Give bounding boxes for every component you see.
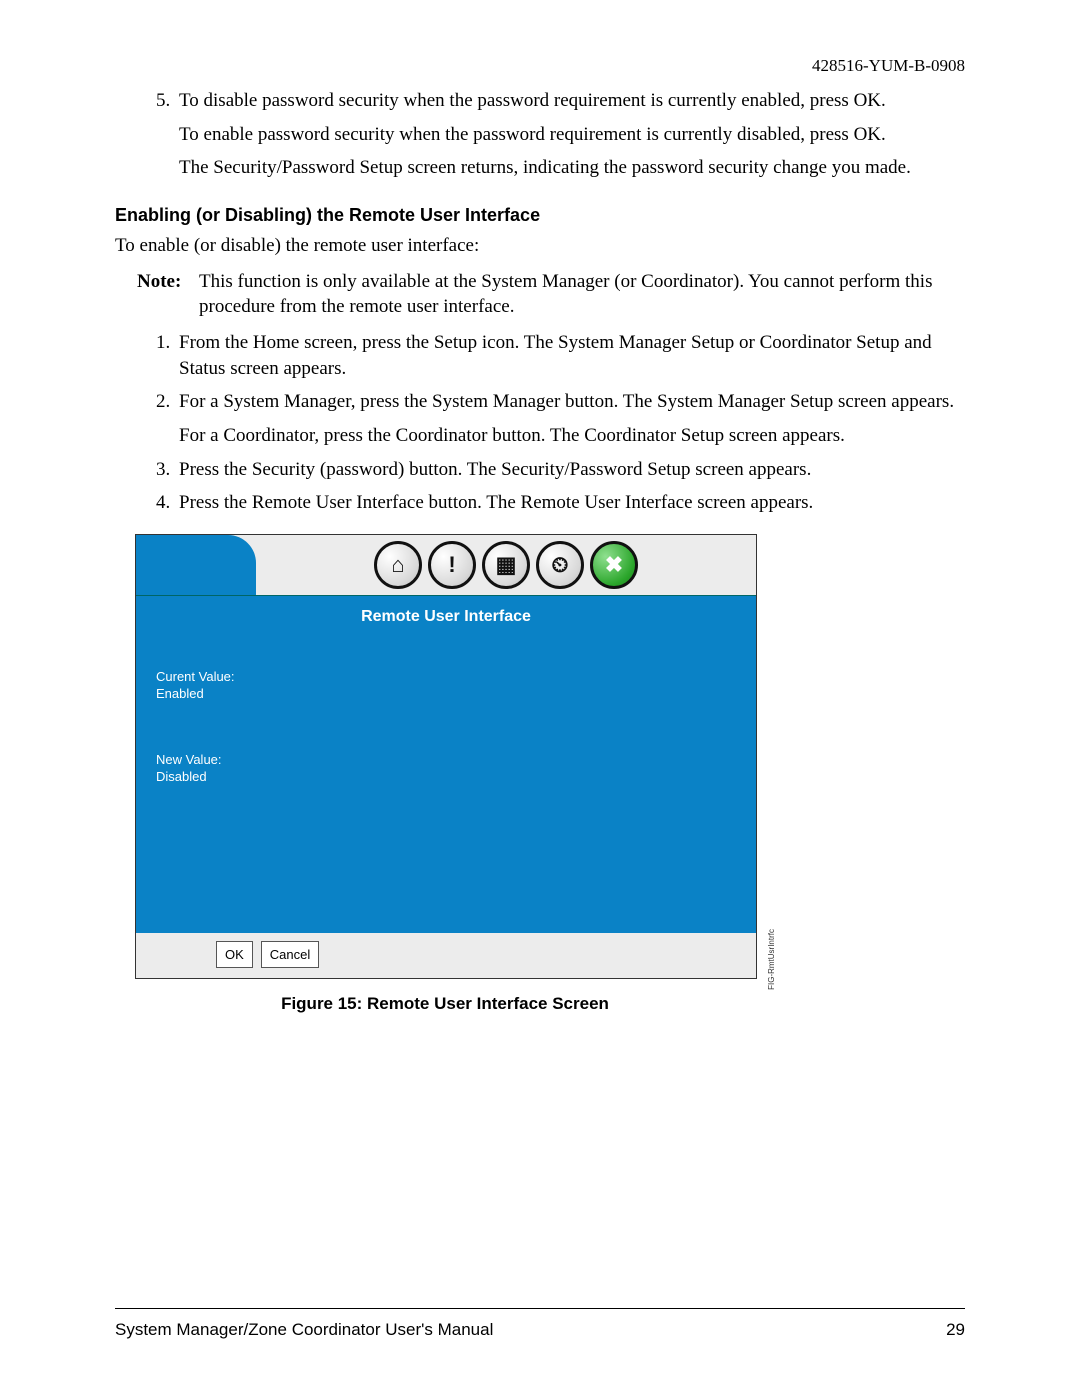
toolbar-icons: ⌂ ! ▦ ⏲ ✖ (256, 535, 756, 595)
step-4-text: Press the Remote User Interface button. … (179, 492, 813, 513)
device-screenshot: ⌂ ! ▦ ⏲ ✖ Remote User Interface Curent V… (135, 534, 757, 979)
new-value: Disabled (156, 768, 736, 786)
page-footer: System Manager/Zone Coordinator User's M… (115, 1308, 965, 1342)
step-5b-text: To enable password security when the pas… (179, 122, 965, 148)
section-heading: Enabling (or Disabling) the Remote User … (115, 203, 965, 227)
device-toolbar: ⌂ ! ▦ ⏲ ✖ (136, 535, 756, 595)
figure-15: ⌂ ! ▦ ⏲ ✖ Remote User Interface Curent V… (135, 534, 770, 1016)
step-2b-text: For a Coordinator, press the Coordinator… (179, 423, 965, 449)
step-4: Press the Remote User Interface button. … (175, 490, 965, 516)
current-value-group: Curent Value: Enabled (156, 668, 736, 703)
panel-title: Remote User Interface (136, 595, 756, 638)
button-row: OK Cancel (136, 933, 756, 979)
step-5c-text: The Security/Password Setup screen retur… (179, 155, 965, 181)
panel-body: Curent Value: Enabled New Value: Disable… (136, 638, 756, 933)
new-value-label: New Value: (156, 751, 736, 769)
step-3: Press the Security (password) button. Th… (175, 457, 965, 483)
tools-icon[interactable]: ✖ (590, 541, 638, 589)
grid-icon[interactable]: ▦ (482, 541, 530, 589)
step-2a-text: For a System Manager, press the System M… (179, 391, 954, 412)
current-value: Enabled (156, 685, 736, 703)
list-item-5: To disable password security when the pa… (175, 88, 965, 181)
step-5a-text: To disable password security when the pa… (179, 90, 886, 111)
document-id: 428516-YUM-B-0908 (115, 55, 965, 78)
step-3-text: Press the Security (password) button. Th… (179, 459, 811, 480)
figure-side-label: FIG-RmtUsrIntrfc (767, 929, 778, 990)
footer-page-number: 29 (946, 1319, 965, 1342)
clock-icon[interactable]: ⏲ (536, 541, 584, 589)
note-text: This function is only available at the S… (199, 269, 965, 320)
intro-text: To enable (or disable) the remote user i… (115, 233, 965, 259)
new-value-group: New Value: Disabled (156, 751, 736, 786)
step-1-text: From the Home screen, press the Setup ic… (179, 332, 932, 379)
footer-manual-title: System Manager/Zone Coordinator User's M… (115, 1319, 493, 1342)
note-block: Note: This function is only available at… (137, 269, 965, 320)
note-label: Note: (137, 269, 199, 320)
home-icon[interactable]: ⌂ (374, 541, 422, 589)
cancel-button[interactable]: Cancel (261, 941, 319, 969)
step-1: From the Home screen, press the Setup ic… (175, 330, 965, 381)
active-tab[interactable] (136, 535, 256, 595)
alert-icon[interactable]: ! (428, 541, 476, 589)
figure-caption: Figure 15: Remote User Interface Screen (135, 993, 755, 1016)
current-value-label: Curent Value: (156, 668, 736, 686)
ok-button[interactable]: OK (216, 941, 253, 969)
step-2: For a System Manager, press the System M… (175, 389, 965, 448)
